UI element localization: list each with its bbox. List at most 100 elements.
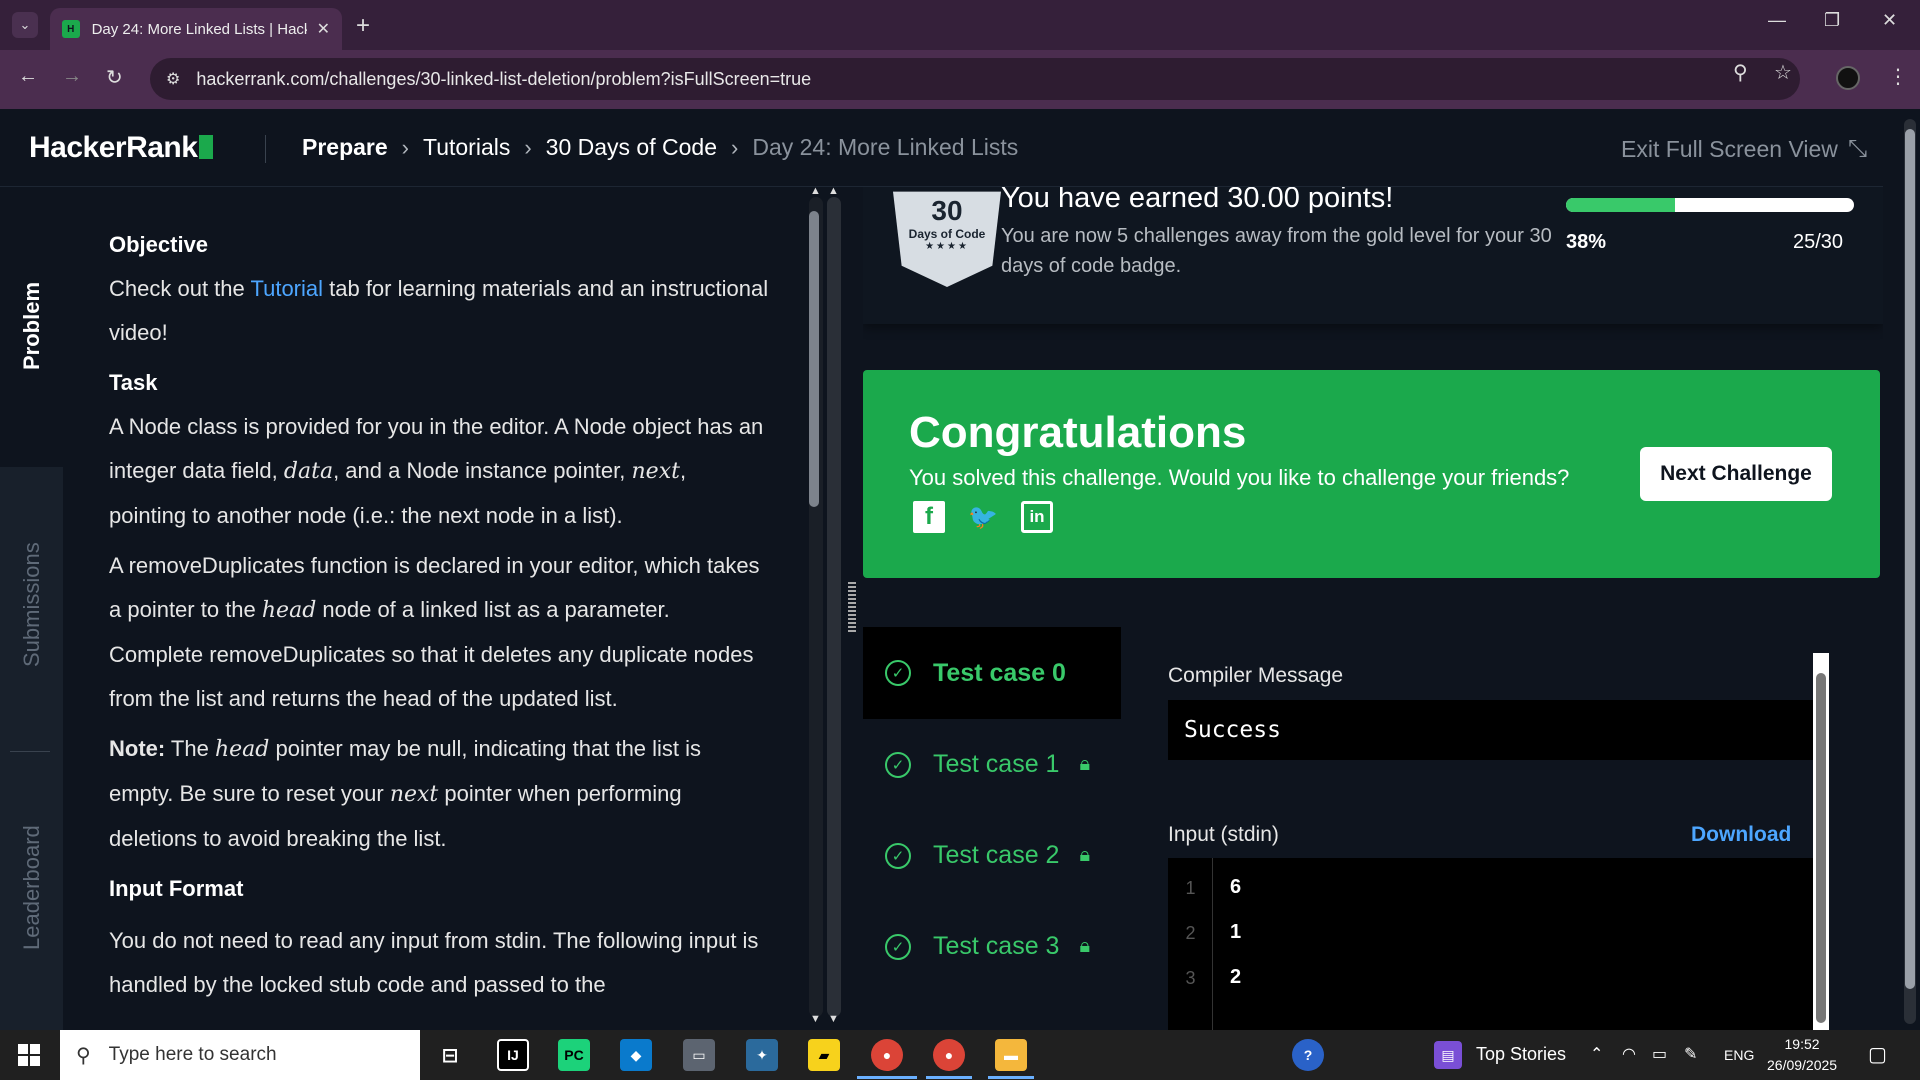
hackerrank-header: HackerRank Prepare › Tutorials › 30 Days… xyxy=(0,109,1920,187)
battery-icon[interactable]: ▭ xyxy=(1652,1044,1667,1064)
test-case-3[interactable]: ✓ Test case 3 🔒︎ xyxy=(863,901,1121,992)
lock-icon: 🔒︎ xyxy=(1079,935,1091,957)
badge-progress-bar xyxy=(1566,198,1854,212)
objective-text: Check out the Tutorial tab for learning … xyxy=(109,276,769,345)
intellij-icon[interactable]: IJ xyxy=(497,1039,529,1071)
progress-percent: 38% xyxy=(1566,231,1607,253)
line-value: 2 xyxy=(1230,966,1242,988)
problem-scrollbar[interactable]: ▲ ▲ ▼ ▼ xyxy=(805,185,843,1030)
close-tab-icon[interactable]: ✕ xyxy=(317,19,330,39)
breadcrumb-30-days[interactable]: 30 Days of Code xyxy=(546,134,717,161)
breadcrumb-prepare[interactable]: Prepare xyxy=(302,134,388,161)
points-earned: You have earned 30.00 points! xyxy=(1001,187,1394,214)
test-case-list: ✓ Test case 0 ✓ Test case 1 🔒︎ ✓ Test cas… xyxy=(863,627,1121,992)
test-case-1[interactable]: ✓ Test case 1 🔒︎ xyxy=(863,719,1121,810)
site-info-icon[interactable]: ⚙ xyxy=(166,69,180,89)
chrome-menu-icon[interactable]: ⋮ xyxy=(1888,64,1908,89)
browser-title-bar: ⌄ H Day 24: More Linked Lists | HackerRa… xyxy=(0,0,1920,50)
line-number: 2 xyxy=(1185,923,1196,943)
chevron-right-icon: › xyxy=(401,134,409,160)
forward-icon[interactable]: → xyxy=(62,65,82,88)
url-text: hackerrank.com/challenges/30-linked-list… xyxy=(196,68,812,89)
check-circle-icon: ✓ xyxy=(885,660,911,686)
pycharm-icon[interactable]: PC xyxy=(558,1039,590,1071)
linkedin-icon[interactable]: in xyxy=(1021,501,1053,533)
notifications-icon[interactable]: ▢ xyxy=(1868,1042,1887,1067)
taskbar-search[interactable]: ⚲ Type here to search xyxy=(60,1030,420,1080)
task-view-icon[interactable]: ⊟ xyxy=(434,1039,466,1071)
reload-icon[interactable]: ↻ xyxy=(106,65,123,90)
vscode-icon[interactable]: ◆ xyxy=(620,1039,652,1071)
download-link[interactable]: Download xyxy=(1691,823,1791,847)
profile-avatar[interactable] xyxy=(1836,66,1860,90)
network-icon[interactable]: ◠ xyxy=(1622,1044,1636,1064)
minimize-icon[interactable]: — xyxy=(1768,10,1786,31)
breadcrumb-current: Day 24: More Linked Lists xyxy=(752,134,1019,160)
collapse-icon[interactable]: ⤡ xyxy=(1848,135,1867,163)
language-indicator[interactable]: ENG xyxy=(1724,1047,1754,1063)
line-value: 6 xyxy=(1230,876,1242,898)
note-paragraph: Note: The head pointer may be null, indi… xyxy=(109,736,702,851)
tutorial-link[interactable]: Tutorial xyxy=(250,276,323,301)
submission-result: 30 Days of Code ★★★★ You have earned 30.… xyxy=(863,187,1883,1030)
back-icon[interactable]: ← xyxy=(18,65,38,88)
windows-start-icon[interactable] xyxy=(18,1044,40,1066)
problem-statement: Objective Check out the Tutorial tab for… xyxy=(63,187,805,1030)
chrome-icon[interactable]: ● xyxy=(871,1039,903,1071)
facebook-icon[interactable]: f xyxy=(913,501,945,533)
share-links: f 🐦 in xyxy=(913,501,1053,533)
test-case-0[interactable]: ✓ Test case 0 xyxy=(863,627,1121,719)
browser-tab[interactable]: H Day 24: More Linked Lists | HackerRank… xyxy=(50,8,342,50)
badge-progress-text: You are now 5 challenges away from the g… xyxy=(1001,225,1552,277)
breadcrumb: Prepare › Tutorials › 30 Days of Code › … xyxy=(302,134,1018,161)
sticky-notes-icon[interactable]: ▰ xyxy=(808,1039,840,1071)
breadcrumb-tutorials[interactable]: Tutorials xyxy=(423,134,510,161)
clock[interactable]: 19:52 26/09/2025 xyxy=(1767,1034,1837,1076)
tab-title: Day 24: More Linked Lists | HackerRank xyxy=(91,20,307,38)
bookmark-star-icon[interactable]: ☆ xyxy=(1774,60,1792,85)
help-icon[interactable]: ? xyxy=(1292,1039,1324,1071)
mysql-workbench-icon[interactable]: ✦ xyxy=(746,1039,778,1071)
next-challenge-button[interactable]: Next Challenge xyxy=(1640,447,1832,501)
congratulations-banner: Congratulations You solved this challeng… xyxy=(863,370,1880,578)
task-heading: Task xyxy=(109,370,158,395)
chevron-right-icon: › xyxy=(731,134,739,160)
page-scrollbar[interactable] xyxy=(1883,109,1920,1030)
input-format-text: You do not need to read any input from s… xyxy=(109,928,759,997)
congrats-title: Congratulations xyxy=(909,408,1247,457)
pen-icon[interactable]: ✎ xyxy=(1684,1044,1697,1064)
restore-icon[interactable]: ❐ xyxy=(1824,10,1840,31)
detail-scrollbar[interactable] xyxy=(1813,653,1829,1030)
chrome-profile-icon[interactable]: ● xyxy=(933,1039,965,1071)
hackerrank-favicon-icon: H xyxy=(62,20,80,38)
zoom-icon[interactable]: ⚲ xyxy=(1733,60,1748,85)
test-case-2[interactable]: ✓ Test case 2 🔒︎ xyxy=(863,810,1121,901)
check-circle-icon: ✓ xyxy=(885,842,911,869)
tab-submissions[interactable]: Submissions xyxy=(19,542,45,667)
close-window-icon[interactable]: ✕ xyxy=(1882,10,1897,31)
chevron-right-icon: › xyxy=(524,134,532,160)
task-paragraph-1: A Node class is provided for you in the … xyxy=(109,414,764,528)
tab-search-icon[interactable]: ⌄ xyxy=(12,12,38,38)
search-icon: ⚲ xyxy=(76,1044,91,1067)
line-value: 1 xyxy=(1230,921,1242,943)
stdin-viewer: 1 6 2 1 3 2 xyxy=(1168,858,1813,1030)
sql-server-icon[interactable]: ▭ xyxy=(683,1039,715,1071)
chevron-up-icon[interactable]: ⌃ xyxy=(1590,1044,1603,1064)
news-icon[interactable]: ▤ xyxy=(1434,1041,1462,1069)
side-tabs: Problem Submissions Leaderboard xyxy=(0,187,63,1030)
tab-leaderboard[interactable]: Leaderboard xyxy=(19,825,45,950)
hackerrank-logo[interactable]: HackerRank xyxy=(29,131,214,165)
input-format-heading: Input Format xyxy=(109,876,244,901)
exit-fullscreen-link[interactable]: Exit Full Screen View xyxy=(1621,136,1838,163)
new-tab-icon[interactable]: + xyxy=(356,12,370,40)
file-explorer-icon[interactable]: ▬ xyxy=(995,1039,1027,1071)
top-stories[interactable]: Top Stories xyxy=(1476,1044,1566,1065)
days-of-code-badge: 30 Days of Code ★★★★ xyxy=(893,191,1001,287)
panel-splitter[interactable] xyxy=(843,187,863,1030)
input-label: Input (stdin) xyxy=(1168,823,1279,846)
browser-toolbar: ← → ↻ ⚙ hackerrank.com/challenges/30-lin… xyxy=(0,50,1920,109)
twitter-icon[interactable]: 🐦 xyxy=(967,501,999,533)
tab-problem[interactable]: Problem xyxy=(19,282,45,370)
address-bar[interactable]: ⚙ hackerrank.com/challenges/30-linked-li… xyxy=(150,58,1800,100)
